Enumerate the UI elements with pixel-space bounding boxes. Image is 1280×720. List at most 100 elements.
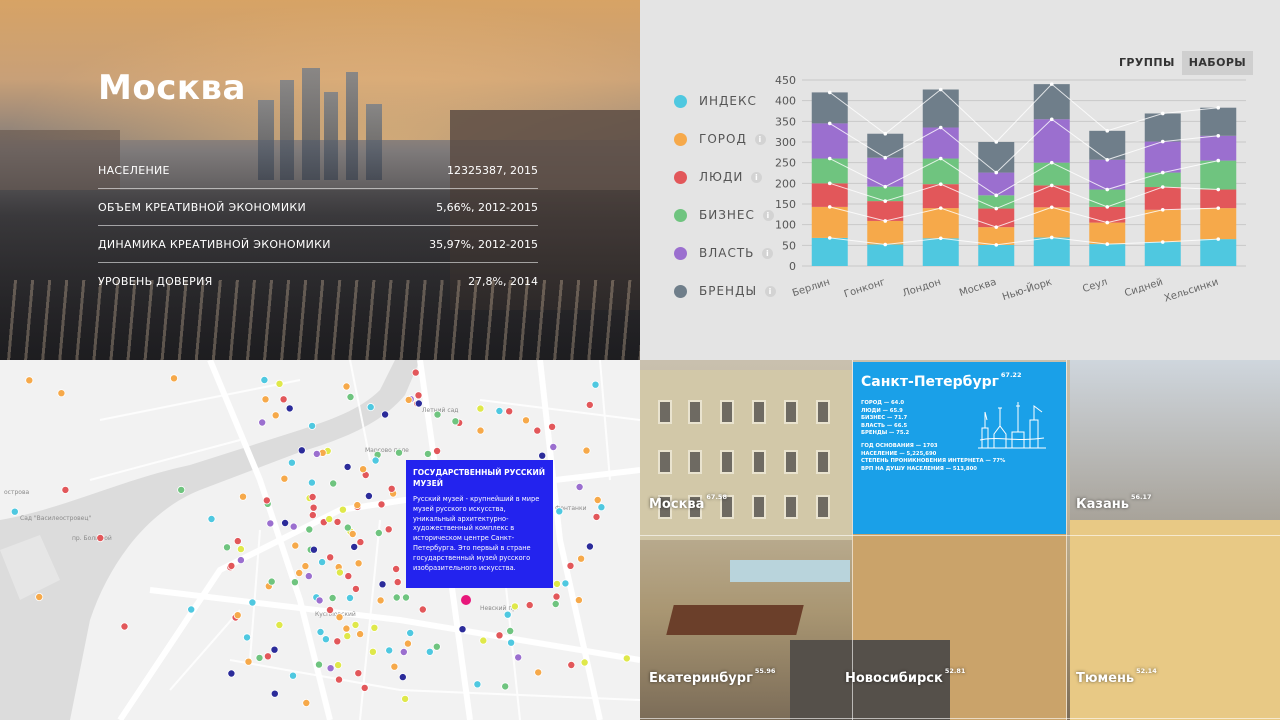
map-pin[interactable] xyxy=(356,538,365,547)
map-pin[interactable] xyxy=(506,626,515,635)
map-pin[interactable] xyxy=(458,625,467,634)
map-pin[interactable] xyxy=(505,407,514,416)
map-pin[interactable] xyxy=(406,628,415,637)
map-pin[interactable] xyxy=(290,578,299,587)
map-pin[interactable] xyxy=(207,514,216,523)
map-pin[interactable] xyxy=(538,451,547,460)
map-pin[interactable] xyxy=(425,647,434,656)
map-pin[interactable] xyxy=(295,568,304,577)
map-pin[interactable] xyxy=(328,593,337,602)
city-tile-nsk[interactable]: Новосибирск 52.81 xyxy=(845,667,965,686)
map-pin[interactable] xyxy=(525,601,534,610)
map-pin[interactable] xyxy=(354,669,363,678)
map-pin[interactable] xyxy=(514,653,523,662)
map-pin[interactable] xyxy=(551,599,560,608)
map-pin[interactable] xyxy=(233,611,242,620)
map-pin[interactable] xyxy=(169,374,178,383)
map-pin[interactable] xyxy=(287,458,296,467)
map-pin[interactable] xyxy=(591,380,600,389)
map-pin[interactable] xyxy=(236,545,245,554)
map-pin[interactable] xyxy=(370,623,379,632)
map-pin[interactable] xyxy=(479,636,488,645)
map-pin[interactable] xyxy=(348,529,357,538)
map-pin[interactable] xyxy=(575,483,584,492)
map-pin[interactable] xyxy=(566,561,575,570)
map-pin[interactable] xyxy=(10,507,19,516)
map-pin[interactable] xyxy=(309,545,318,554)
map-pin[interactable] xyxy=(451,417,460,426)
city-tile-tyumen[interactable]: Тюмень 52.14 xyxy=(1076,667,1157,686)
map-pin[interactable] xyxy=(261,395,270,404)
map-pin[interactable] xyxy=(398,673,407,682)
map-pin[interactable] xyxy=(305,525,314,534)
map-pin[interactable] xyxy=(381,410,390,419)
map-pin[interactable] xyxy=(495,407,504,416)
map-pin[interactable] xyxy=(308,492,317,501)
map-pin[interactable] xyxy=(329,479,338,488)
map-pin[interactable] xyxy=(360,683,369,692)
map-pin[interactable] xyxy=(270,689,279,698)
map-pin[interactable] xyxy=(580,658,589,667)
map-pin[interactable] xyxy=(495,631,504,640)
map-pin[interactable] xyxy=(577,554,586,563)
map-pin[interactable] xyxy=(411,368,420,377)
map-pin[interactable] xyxy=(271,411,280,420)
map-pin[interactable] xyxy=(374,528,383,537)
map-pin[interactable] xyxy=(338,505,347,514)
map-pin[interactable] xyxy=(399,647,408,656)
map-pin[interactable] xyxy=(622,654,631,663)
map-pin[interactable] xyxy=(392,593,401,602)
map-pin[interactable] xyxy=(343,462,352,471)
map-pin[interactable] xyxy=(414,391,423,400)
map-pin[interactable] xyxy=(353,501,362,510)
map-pin[interactable] xyxy=(574,596,583,605)
map-pin[interactable] xyxy=(335,613,344,622)
map-pin[interactable] xyxy=(275,620,284,629)
map-pin[interactable] xyxy=(585,400,594,409)
map-pin[interactable] xyxy=(321,635,330,644)
map-pin[interactable] xyxy=(351,584,360,593)
map-pin[interactable] xyxy=(242,633,251,642)
map-pin[interactable] xyxy=(418,605,427,614)
map-pin[interactable] xyxy=(262,496,271,505)
map-pin[interactable] xyxy=(385,646,394,655)
map-pin[interactable] xyxy=(325,515,334,524)
map-pin[interactable] xyxy=(476,404,485,413)
map-pin[interactable] xyxy=(522,416,531,425)
map-pin[interactable] xyxy=(350,542,359,551)
map-pin[interactable] xyxy=(501,682,510,691)
map-pin[interactable] xyxy=(307,478,316,487)
map-pin[interactable] xyxy=(342,382,351,391)
map-pin[interactable] xyxy=(244,657,253,666)
map-pin[interactable] xyxy=(510,602,519,611)
map-pin[interactable] xyxy=(378,580,387,589)
map-pin[interactable] xyxy=(377,500,386,509)
map-pin[interactable] xyxy=(533,426,542,435)
map-pin[interactable] xyxy=(260,375,269,384)
map-pin[interactable] xyxy=(582,446,591,455)
map-pin[interactable] xyxy=(227,669,236,678)
map-pin[interactable] xyxy=(255,653,264,662)
map-pin[interactable] xyxy=(96,533,105,542)
map-pin[interactable] xyxy=(364,491,373,500)
map-pin[interactable] xyxy=(120,622,129,631)
map-pin[interactable] xyxy=(390,662,399,671)
map-pin[interactable] xyxy=(401,694,410,703)
map-pin[interactable] xyxy=(297,446,306,455)
map-pin[interactable] xyxy=(263,652,272,661)
city-tile-moscow[interactable]: Москва 67.58 xyxy=(649,493,727,512)
map-pin[interactable] xyxy=(414,399,423,408)
map-pin[interactable] xyxy=(368,647,377,656)
map-pin[interactable] xyxy=(288,671,297,680)
map-pin[interactable] xyxy=(534,668,543,677)
map-pin[interactable] xyxy=(356,630,365,639)
map-pin[interactable] xyxy=(555,507,564,516)
map-pin[interactable] xyxy=(404,395,413,404)
map-pin[interactable] xyxy=(376,596,385,605)
map-pin[interactable] xyxy=(553,579,562,588)
map-pin[interactable] xyxy=(308,511,317,520)
map-pin[interactable] xyxy=(334,661,343,670)
map-pin[interactable] xyxy=(593,495,602,504)
map-pin[interactable] xyxy=(285,404,294,413)
map-pin[interactable] xyxy=(548,422,557,431)
